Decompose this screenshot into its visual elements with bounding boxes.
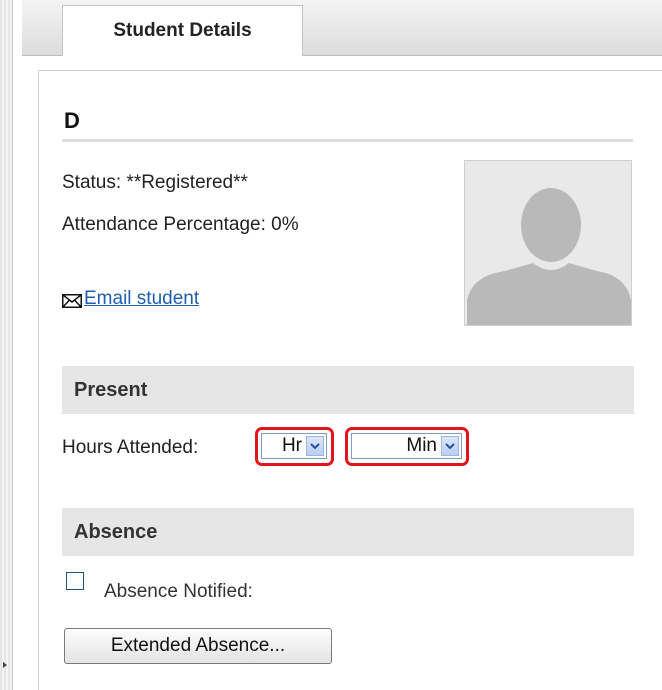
email-student-link[interactable]: Email student bbox=[84, 288, 199, 310]
hour-highlight-box bbox=[255, 427, 334, 466]
expand-arrow-icon[interactable] bbox=[3, 662, 7, 668]
avatar-placeholder-icon bbox=[467, 188, 631, 325]
present-section-header: Present bbox=[62, 366, 634, 414]
student-name: D bbox=[64, 108, 80, 133]
divider bbox=[62, 139, 633, 142]
status-text: Status: **Registered** bbox=[62, 172, 248, 193]
avatar bbox=[464, 160, 632, 326]
absence-section-header: Absence bbox=[62, 508, 634, 556]
email-row: Email student bbox=[62, 287, 199, 311]
attendance-percentage: Attendance Percentage: 0% bbox=[62, 214, 299, 235]
minute-highlight-box bbox=[345, 427, 469, 466]
left-edge-strip bbox=[0, 0, 13, 690]
absence-notified-checkbox[interactable] bbox=[66, 572, 84, 590]
tab-student-details[interactable]: Student Details bbox=[62, 5, 303, 56]
hours-attended-label: Hours Attended: bbox=[62, 437, 199, 458]
envelope-icon bbox=[62, 292, 82, 308]
extended-absence-button[interactable]: Extended Absence... bbox=[64, 628, 332, 664]
absence-notified-label: Absence Notified: bbox=[104, 581, 253, 602]
tab-bar: Student Details bbox=[22, 0, 662, 56]
